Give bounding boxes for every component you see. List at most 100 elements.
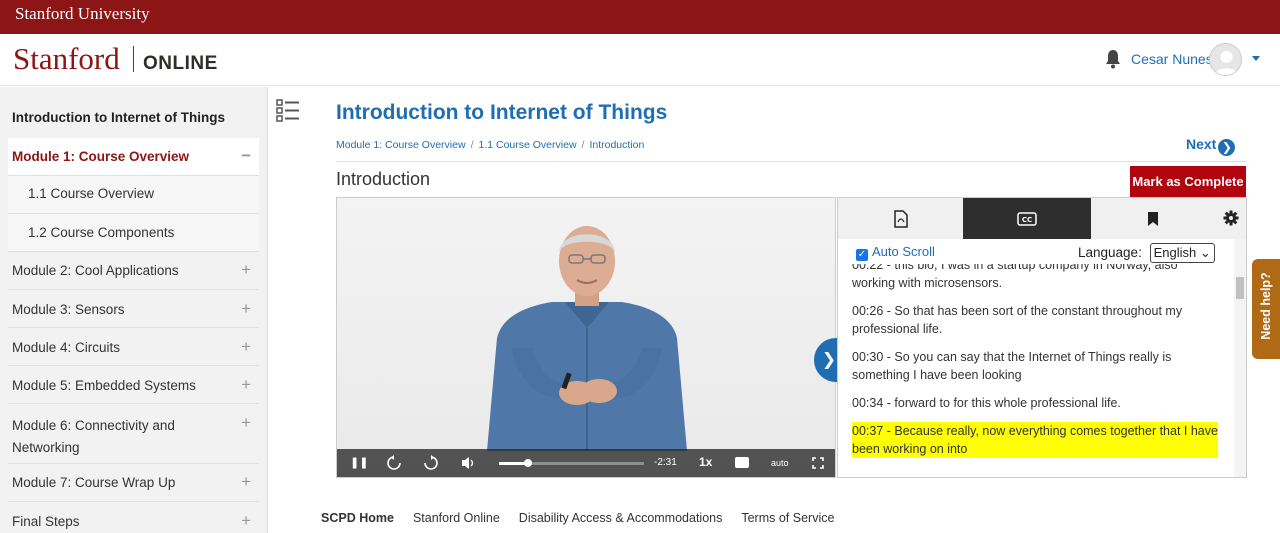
section-title: Introduction <box>336 169 431 189</box>
footer-link-disability-access[interactable]: Disability Access & Accommodations <box>519 511 723 525</box>
breadcrumb-section[interactable]: 1.1 Course Overview <box>478 139 576 151</box>
rewind-icon[interactable] <box>386 455 402 471</box>
transcript-line[interactable]: 00:26 - So that has been sort of the con… <box>852 302 1218 338</box>
sidebar-item-label: Module 5: Embedded Systems <box>12 378 196 393</box>
panel-tabs: CC <box>838 198 1246 239</box>
sidebar-item-label: 1.1 Course Overview <box>28 186 155 201</box>
sidebar-item-1-1[interactable]: 1.1 Course Overview <box>8 176 259 214</box>
expand-icon[interactable]: + <box>241 472 251 492</box>
breadcrumb-sep: / <box>470 139 474 151</box>
chevron-down-icon[interactable] <box>1252 56 1260 61</box>
sidebar-item-module-3[interactable]: Module 3: Sensors + <box>8 290 259 328</box>
footer-link-stanford-online[interactable]: Stanford Online <box>413 511 500 525</box>
transcript-line-current[interactable]: 00:37 - Because really, now everything c… <box>852 422 1218 458</box>
sidebar-item-label: Module 6: Connectivity and Networking <box>12 418 175 455</box>
tab-bookmark[interactable] <box>1091 198 1215 239</box>
language-select[interactable]: English ⌄ <box>1149 243 1215 263</box>
sidebar-item-label: 1.2 Course Components <box>28 225 175 240</box>
captions-icon[interactable] <box>735 457 749 468</box>
time-remaining: -2:31 <box>654 457 677 468</box>
gear-icon <box>1223 210 1238 226</box>
breadcrumb-module[interactable]: Module 1: Course Overview <box>336 139 466 151</box>
bell-icon[interactable] <box>1104 49 1122 69</box>
sidebar-item-label: Final Steps <box>12 514 80 529</box>
sidebar-item-label: Module 1: Course Overview <box>12 149 190 164</box>
expand-icon[interactable]: + <box>241 337 251 357</box>
sidebar-item-final-steps[interactable]: Final Steps + <box>8 502 259 533</box>
expand-icon[interactable]: + <box>241 375 251 395</box>
logo-stanford[interactable]: Stanford <box>13 41 120 77</box>
divider <box>336 161 1246 162</box>
user-avatar-icon <box>1215 51 1238 75</box>
expand-icon[interactable]: + <box>241 511 251 531</box>
expand-icon[interactable]: + <box>241 413 251 433</box>
transcript-line[interactable]: 00:34 - forward to for this whole profes… <box>852 394 1218 412</box>
speed-button[interactable]: 1x <box>699 455 712 469</box>
breadcrumb: Module 1: Course Overview / 1.1 Course Ove… <box>336 139 644 151</box>
transcript-line[interactable]: 00:22 - this bio, I was in a startup com… <box>852 264 1218 292</box>
autoscroll-checkbox[interactable]: ✓ Auto Scroll <box>856 244 935 261</box>
autoscroll-label: Auto Scroll <box>872 244 935 259</box>
university-bar: Stanford University <box>0 0 1280 34</box>
avatar[interactable] <box>1209 43 1242 76</box>
tab-transcript[interactable]: CC <box>963 198 1091 239</box>
sidebar-item-label: Module 4: Circuits <box>12 340 121 355</box>
breadcrumb-sep: / <box>581 139 585 151</box>
expand-icon[interactable]: + <box>241 299 251 319</box>
svg-text:CC: CC <box>1022 216 1032 224</box>
bookmark-icon <box>1148 212 1158 226</box>
language-value: English <box>1153 245 1197 260</box>
quality-button[interactable]: auto <box>771 458 789 468</box>
next-button[interactable]: Next ❯ <box>1186 136 1236 156</box>
need-help-label: Need help? <box>1259 272 1273 340</box>
footer-link-terms[interactable]: Terms of Service <box>741 511 834 525</box>
sidebar-item-module-2[interactable]: Module 2: Cool Applications + <box>8 252 259 290</box>
fullscreen-icon[interactable] <box>812 457 824 469</box>
volume-icon[interactable] <box>461 456 477 470</box>
page-title: Introduction to Internet of Things <box>336 101 668 124</box>
expand-icon[interactable]: + <box>241 260 251 280</box>
sidebar-item-module-1[interactable]: Module 1: Course Overview − <box>8 138 259 176</box>
chevron-right-icon: ❯ <box>1218 139 1236 156</box>
pdf-icon <box>893 210 908 228</box>
footer-links: SCPD Home Stanford Online Disability Acces… <box>321 511 853 525</box>
sidebar-item-1-2[interactable]: 1.2 Course Components <box>8 214 259 252</box>
transcript-text: 00:22 - this bio, I was in a startup com… <box>852 264 1218 477</box>
site-header: Stanford ONLINE Cesar Nunes <box>0 34 1280 86</box>
logo-online[interactable]: ONLINE <box>143 53 218 75</box>
pause-icon[interactable]: ❚❚ <box>350 456 368 469</box>
progress-handle[interactable] <box>524 459 532 467</box>
user-name[interactable]: Cesar Nunes <box>1131 51 1213 67</box>
chevron-down-icon: ⌄ <box>1199 245 1211 260</box>
language-label: Language: <box>1078 245 1142 260</box>
sidebar-item-label: Module 3: Sensors <box>12 302 125 317</box>
need-help-tab[interactable]: Need help? <box>1252 259 1280 359</box>
checkmark-icon: ✓ <box>856 249 868 261</box>
language-selector: Language: English ⌄ <box>1078 243 1215 263</box>
outline-list-icon[interactable] <box>276 98 300 122</box>
sidebar-course-title[interactable]: Introduction to Internet of Things <box>12 110 225 125</box>
sidebar-item-module-4[interactable]: Module 4: Circuits + <box>8 328 259 366</box>
presenter-image <box>487 226 687 451</box>
transcript-panel: CC ✓Auto Scroll Language: English ⌄ 00: <box>837 197 1247 478</box>
closed-captions-icon: CC <box>1017 212 1037 226</box>
tab-pdf[interactable] <box>838 198 963 239</box>
logo-divider <box>133 46 134 72</box>
collapse-icon[interactable]: − <box>241 146 251 166</box>
mark-complete-button[interactable]: Mark as Complete <box>1130 166 1246 197</box>
sidebar-item-label: Module 7: Course Wrap Up <box>12 475 176 490</box>
university-label[interactable]: Stanford University <box>15 4 150 24</box>
transcript-line[interactable]: 00:30 - So you can say that the Internet… <box>852 348 1218 384</box>
video-player[interactable]: ❚❚ -2:31 1x auto <box>336 197 836 478</box>
progress-bar[interactable] <box>499 459 644 467</box>
sidebar-item-module-6[interactable]: Module 6: Connectivity and Networking + <box>8 404 259 464</box>
sidebar-item-module-5[interactable]: Module 5: Embedded Systems + <box>8 366 259 404</box>
tab-settings[interactable] <box>1215 198 1246 239</box>
scrollbar-thumb[interactable] <box>1236 277 1244 299</box>
sidebar-item-label: Module 2: Cool Applications <box>12 263 179 278</box>
breadcrumb-current[interactable]: Introduction <box>589 139 644 151</box>
transcript-scrollbar[interactable] <box>1234 239 1246 477</box>
forward-icon[interactable] <box>423 455 439 471</box>
footer-link-scpd-home[interactable]: SCPD Home <box>321 511 394 525</box>
sidebar-item-module-7[interactable]: Module 7: Course Wrap Up + <box>8 464 259 502</box>
